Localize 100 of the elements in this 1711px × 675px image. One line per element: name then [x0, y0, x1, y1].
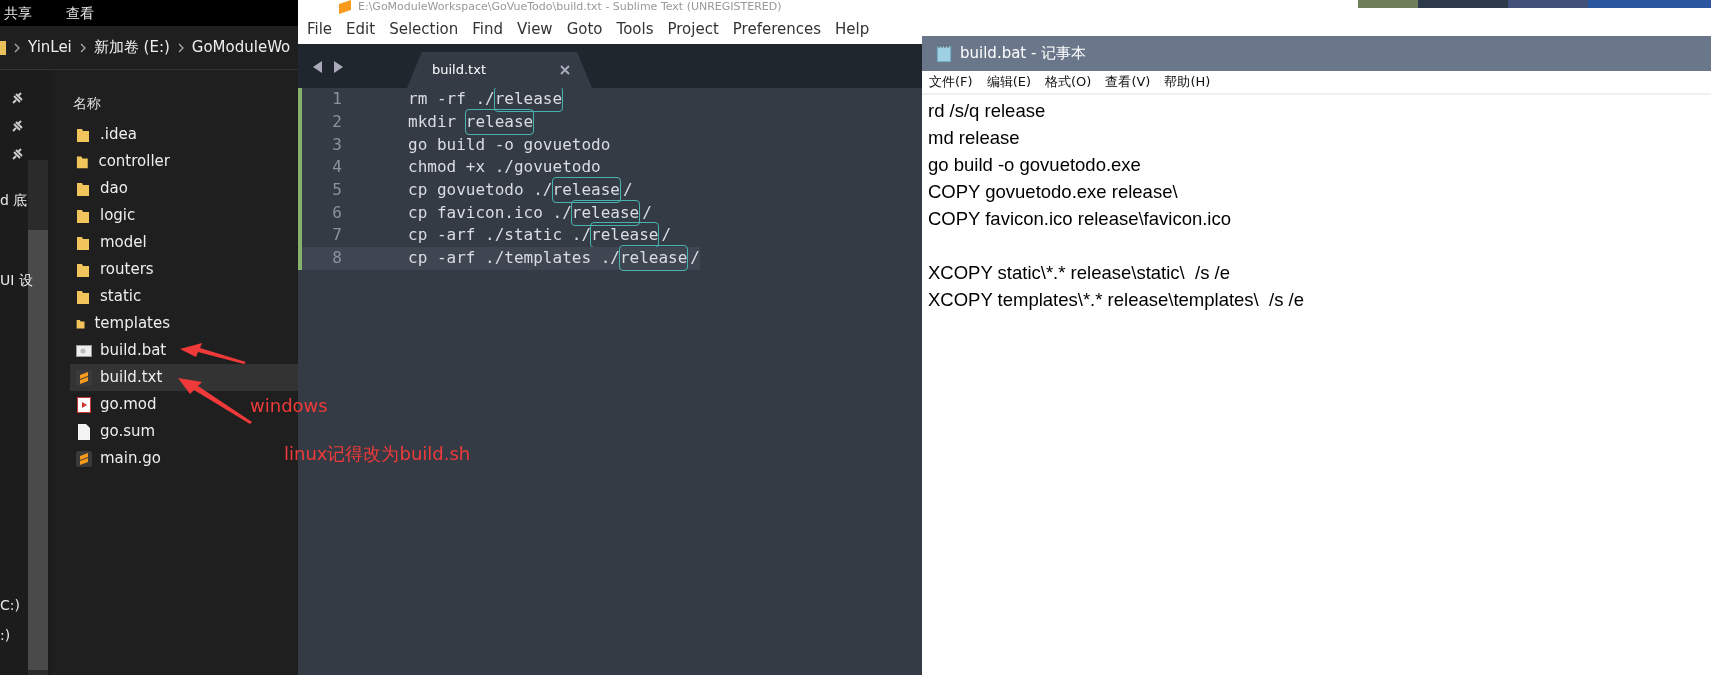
- arrow: [180, 343, 246, 365]
- file-row[interactable]: build.txt: [70, 364, 298, 391]
- window-title: E:\GoModuleWorkspace\GoVueTodo\build.txt - Sublime Text (UNREGISTERED): [358, 0, 782, 14]
- line-number: 4: [331, 156, 342, 179]
- media-file-icon: [76, 396, 92, 413]
- file-row[interactable]: model: [52, 229, 170, 256]
- code-line: cp favicon.ico ./release /: [394, 201, 652, 225]
- file-name: routers: [100, 259, 154, 281]
- file-name: build.bat: [100, 340, 167, 362]
- file-row[interactable]: dao: [52, 175, 170, 202]
- file-name: templates: [94, 313, 170, 335]
- file-row[interactable]: routers: [52, 256, 170, 283]
- folder-icon: [0, 38, 6, 57]
- menu-item[interactable]: Project: [667, 17, 719, 41]
- line-number: 3: [331, 133, 342, 156]
- menu-item[interactable]: 帮助(H): [1164, 72, 1211, 92]
- text-line: XCOPY static\*.* release\static\ /s /e: [928, 261, 1231, 285]
- folder-icon: [76, 180, 92, 197]
- window-title: build.bat - 记事本: [960, 43, 1087, 65]
- nav-item[interactable]: C:): [0, 595, 20, 616]
- code-line: cp -arf ./static ./release /: [394, 224, 672, 247]
- folder-icon: [76, 207, 92, 224]
- annotation-text: linux记得改为build.sh: [284, 442, 471, 466]
- sublime-logo-icon: [338, 0, 352, 14]
- breadcrumb-item[interactable]: GoModuleWo: [191, 36, 291, 59]
- file-name: go.sum: [100, 421, 156, 443]
- breadcrumb-item[interactable]: 新加卷 (E:): [93, 36, 170, 59]
- editor-tab[interactable]: build.txt: [407, 52, 592, 88]
- file-name: main.go: [100, 448, 161, 470]
- line-number: 5: [331, 179, 342, 202]
- menu-item[interactable]: Edit: [346, 17, 376, 41]
- breadcrumb-item[interactable]: YinLei: [28, 36, 72, 59]
- menu-item[interactable]: Tools: [616, 17, 654, 41]
- menu-item[interactable]: Goto: [566, 17, 603, 41]
- menu-item[interactable]: Help: [835, 17, 870, 41]
- folder-icon: [76, 261, 92, 278]
- file-name: dao: [100, 178, 128, 200]
- menu-item[interactable]: Find: [472, 17, 504, 41]
- file-row[interactable]: .idea: [52, 121, 170, 148]
- ribbon-tab[interactable]: 共享: [4, 2, 32, 24]
- sublime-file-icon: [76, 369, 92, 386]
- file-row[interactable]: go.mod: [52, 391, 170, 418]
- folder-icon: [76, 126, 92, 143]
- ribbon-tab[interactable]: 查看: [66, 2, 94, 24]
- folder-icon: [76, 234, 92, 251]
- menu-item[interactable]: Selection: [389, 17, 459, 41]
- column-header[interactable]: 名称: [52, 85, 298, 121]
- file-row[interactable]: build.bat: [52, 337, 170, 364]
- line-number: 8: [331, 247, 342, 270]
- chevron-icon: [79, 42, 86, 53]
- code-line: go build -o govuetodo: [407, 133, 611, 156]
- menu-item[interactable]: 格式(O): [1045, 72, 1092, 92]
- menu-item[interactable]: View: [517, 17, 553, 41]
- file-name: .idea: [100, 124, 137, 146]
- pin-icon[interactable]: [10, 120, 23, 133]
- file-row[interactable]: controller: [52, 148, 170, 175]
- chevron-icon: [177, 42, 184, 53]
- text-line: COPY favicon.ico release\favicon.ico: [928, 207, 1232, 231]
- chevron-icon: [14, 42, 20, 53]
- file-name: model: [100, 232, 147, 254]
- file-row[interactable]: main.go: [52, 445, 170, 472]
- file-row[interactable]: go.sum: [52, 418, 170, 445]
- code-line: chmod +x ./govuetodo: [407, 156, 601, 179]
- close-icon[interactable]: [560, 65, 570, 75]
- nav-item[interactable]: UI 设: [0, 270, 33, 291]
- text-line: go build -o govuetodo.exe: [928, 153, 1142, 177]
- menu-item[interactable]: 查看(V): [1105, 72, 1151, 92]
- menu-item[interactable]: 文件(F): [929, 72, 973, 92]
- line-number: 1: [331, 88, 342, 111]
- file-name: go.mod: [100, 394, 157, 416]
- nav-item[interactable]: d 底: [0, 190, 28, 211]
- folder-icon: [76, 288, 92, 305]
- pin-icon[interactable]: [10, 148, 23, 161]
- nav-item[interactable]: :): [0, 625, 11, 646]
- notepad-icon: [936, 44, 952, 63]
- line-number: 2: [331, 111, 342, 134]
- document-icon: [76, 423, 92, 440]
- sublime-file-icon: [76, 450, 92, 467]
- code-line: rm -rf ./release: [394, 88, 566, 111]
- file-row[interactable]: static: [52, 283, 170, 310]
- file-row[interactable]: logic: [52, 202, 170, 229]
- annotation-text: windows: [250, 394, 328, 418]
- line-number: 6: [331, 201, 342, 224]
- menu-item[interactable]: Preferences: [732, 17, 822, 41]
- gear-file-icon: [76, 342, 92, 359]
- file-name: controller: [98, 151, 170, 173]
- text-line: COPY govuetodo.exe release\: [928, 180, 1179, 204]
- code-line: mkdir release: [394, 110, 537, 134]
- text-line: rd /s/q release: [928, 99, 1047, 123]
- file-row[interactable]: templates: [52, 310, 170, 337]
- file-name: static: [100, 286, 142, 308]
- line-number: 7: [331, 224, 342, 247]
- menu-item[interactable]: 编辑(E): [986, 72, 1031, 92]
- text-line: XCOPY templates\*.* release\templates\ /s /e: [928, 288, 1305, 312]
- file-name: logic: [100, 205, 136, 227]
- code-line: cp govuetodo ./release /: [394, 178, 633, 202]
- pin-icon[interactable]: [10, 92, 23, 105]
- file-name: build.txt: [100, 367, 163, 389]
- text-line: md release: [928, 126, 1021, 150]
- menu-item[interactable]: File: [307, 17, 333, 41]
